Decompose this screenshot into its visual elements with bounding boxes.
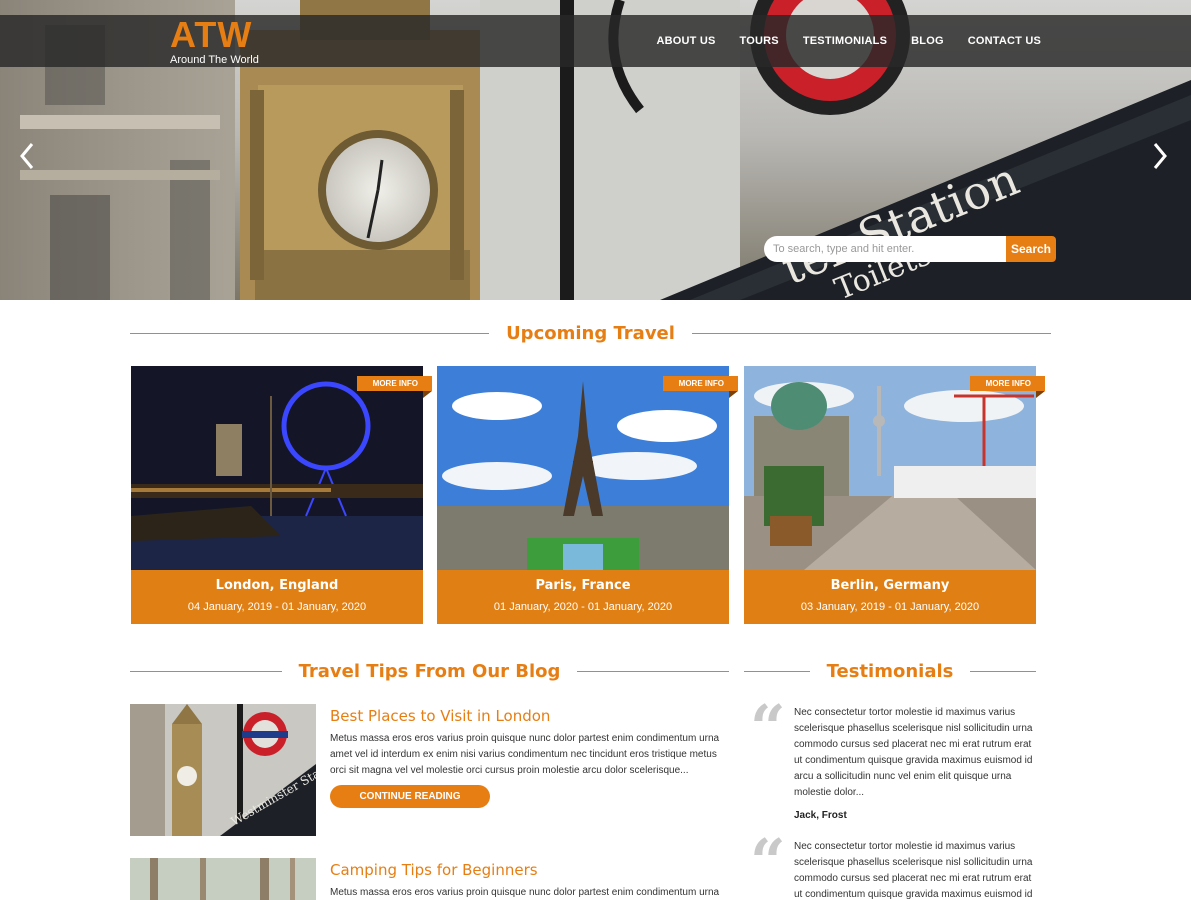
section-title: Travel Tips From Our Blog: [298, 660, 561, 682]
nav-about-us[interactable]: ABOUT US: [656, 35, 715, 47]
blog-heading: Travel Tips From Our Blog: [130, 659, 730, 683]
search-button[interactable]: Search: [1006, 236, 1056, 262]
testimonial-author: Jack, Frost: [794, 810, 847, 821]
divider: [577, 670, 730, 672]
post-title[interactable]: Camping Tips for Beginners: [330, 861, 538, 879]
card-city: Paris, France: [535, 578, 631, 593]
testimonial: “ Nec consectetur tortor molestie id max…: [750, 831, 1040, 900]
post-excerpt: Metus massa eros eros varius proin quisq…: [330, 887, 720, 898]
chevron-right-icon: [1153, 143, 1167, 169]
slider-prev-button[interactable]: [12, 138, 42, 174]
divider: [130, 670, 282, 672]
paris-photo: [437, 366, 729, 570]
post-excerpt: Metus massa eros eros varius proin quisq…: [330, 733, 720, 776]
nav-blog[interactable]: BLOG: [911, 35, 944, 47]
post-thumbnail[interactable]: [130, 858, 316, 900]
search-form: Search: [764, 236, 1056, 262]
nav-tours[interactable]: TOURS: [740, 35, 779, 47]
post-title[interactable]: Best Places to Visit in London: [330, 707, 550, 725]
more-info-button[interactable]: MORE INFO: [969, 376, 1046, 398]
divider: [744, 670, 810, 672]
quote-icon: “: [750, 825, 786, 898]
more-info-button[interactable]: MORE INFO: [662, 376, 739, 398]
more-info-button[interactable]: MORE INFO: [356, 376, 433, 398]
search-input[interactable]: [764, 236, 1006, 262]
card-dates: 04 January, 2019 - 01 January, 2020: [187, 601, 367, 613]
nav-testimonials[interactable]: TESTIMONIALS: [803, 35, 887, 47]
quote-icon: “: [750, 691, 786, 764]
testimonial-text: Nec consectetur tortor molestie id maxim…: [794, 841, 1033, 900]
main-menu: ABOUT US TOURS TESTIMONIALS BLOG CONTACT…: [656, 15, 1041, 67]
chevron-left-icon: [20, 143, 34, 169]
testimonials-heading: Testimonials: [744, 659, 1037, 683]
hero-slider: ter Station Toilets ATW Around The World…: [0, 0, 1191, 300]
berlin-photo: [744, 366, 1036, 570]
logo-text: ATW: [170, 14, 253, 55]
post-thumbnail[interactable]: Westminster Station: [130, 704, 316, 836]
continue-reading-button[interactable]: CONTINUE READING: [330, 785, 490, 808]
london-photo: [131, 366, 423, 570]
slider-next-button[interactable]: [1145, 138, 1175, 174]
divider: [970, 670, 1037, 672]
nav-contact-us[interactable]: CONTACT US: [968, 35, 1041, 47]
site-logo[interactable]: ATW Around The World: [170, 14, 259, 67]
card-city: Berlin, Germany: [830, 578, 950, 593]
divider: [130, 332, 490, 334]
card-dates: 01 January, 2020 - 01 January, 2020: [493, 601, 673, 613]
section-title: Upcoming Travel: [506, 322, 675, 344]
card-city: London, England: [215, 578, 339, 593]
logo-tagline: Around The World: [170, 54, 259, 66]
upcoming-travel-heading: Upcoming Travel: [130, 321, 1051, 345]
travel-card-london[interactable]: MORE INFO London, England 04 January, 20…: [131, 366, 433, 624]
section-title: Testimonials: [826, 660, 954, 682]
blog-post: Westminster Station Best Places to Visit…: [130, 704, 730, 839]
blog-post: Camping Tips for Beginners Metus massa e…: [130, 858, 730, 900]
divider: [691, 332, 1051, 334]
travel-card-paris[interactable]: MORE INFO Paris, France 01 January, 2020…: [437, 366, 739, 624]
card-dates: 03 January, 2019 - 01 January, 2020: [800, 601, 980, 613]
travel-card-berlin[interactable]: MORE INFO Berlin, Germany 03 January, 20…: [744, 366, 1046, 624]
testimonial-text: Nec consectetur tortor molestie id maxim…: [794, 707, 1033, 798]
testimonial: “ Nec consectetur tortor molestie id max…: [750, 697, 1040, 825]
